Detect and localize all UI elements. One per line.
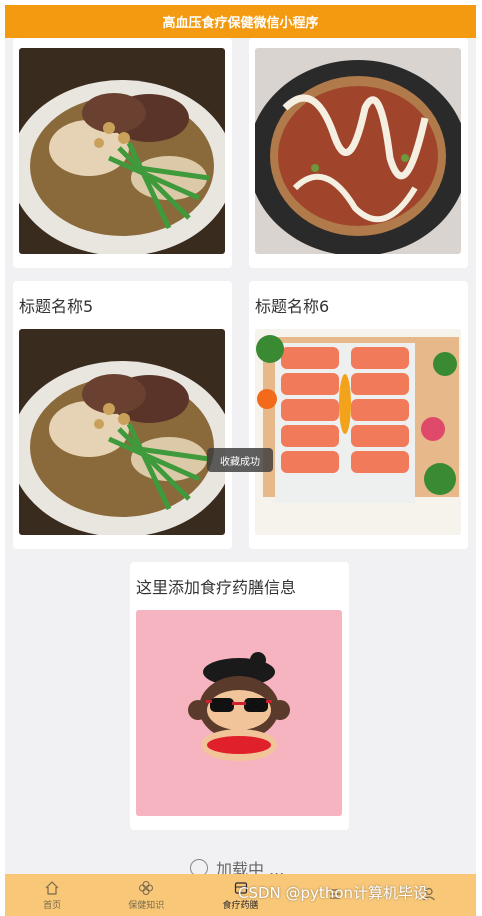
recipe-card[interactable] xyxy=(249,38,468,268)
recipe-image-okonomiyaki xyxy=(255,48,461,254)
tab-label: 首页 xyxy=(43,900,62,911)
toast-message: 收藏成功 xyxy=(207,448,273,472)
recipe-image-beef-noodle xyxy=(19,48,225,254)
recipe-title: 标题名称5 xyxy=(19,297,94,316)
recipe-title: 标题名称6 xyxy=(255,297,330,316)
watermark-text: CSDN @python计算机毕设 xyxy=(238,884,429,902)
recipe-card[interactable]: 这里添加食疗药膳信息 xyxy=(130,562,349,830)
tab-home[interactable]: 首页 xyxy=(5,874,99,916)
recipe-image-salmon-sashimi xyxy=(255,329,461,535)
recipe-card[interactable]: 标题名称6 xyxy=(249,281,468,549)
page-title: 高血压食疗保健微信小程序 xyxy=(162,16,319,31)
tab-label: 保健知识 xyxy=(128,900,165,911)
tab-health-knowledge[interactable]: 保健知识 xyxy=(99,874,193,916)
app-frame: 高血压食疗保健微信小程序 标题名称5 标题名称6 这里添加食疗药膳信息 收藏成功… xyxy=(5,5,476,916)
page-title-bar: 高血压食疗保健微信小程序 xyxy=(5,5,476,38)
recipe-image-beef-noodle xyxy=(19,329,225,535)
recipe-card[interactable]: 标题名称5 xyxy=(13,281,232,549)
flower-icon xyxy=(139,880,154,895)
recipe-image-monkey-cartoon xyxy=(136,610,342,816)
home-icon xyxy=(45,880,59,895)
recipe-card[interactable] xyxy=(13,38,232,268)
recipe-title: 这里添加食疗药膳信息 xyxy=(136,578,297,597)
